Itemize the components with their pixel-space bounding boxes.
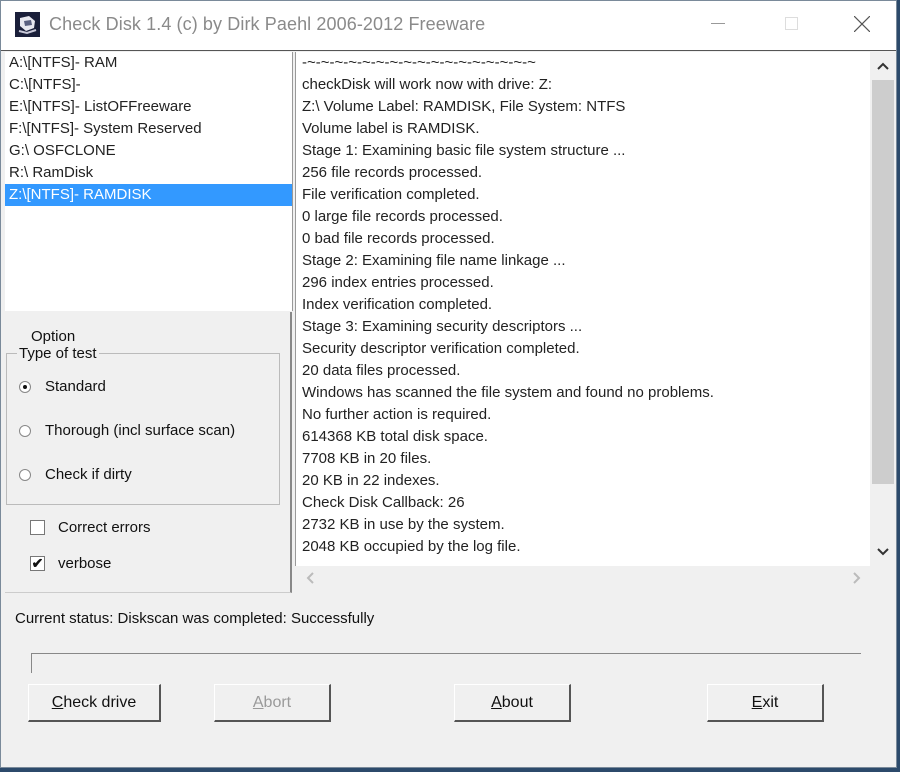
radio-button[interactable] (19, 380, 31, 393)
close-button[interactable] (833, 1, 891, 47)
accelerator-key: A (252, 693, 264, 711)
chevron-right-icon (853, 572, 861, 584)
button-label: bout (501, 693, 533, 711)
log-line: 2048 KB occupied by the log file. (302, 538, 521, 555)
checkbox-label: Correct errors (58, 519, 151, 536)
scroll-up-button[interactable] (870, 54, 896, 78)
log-line: 2732 KB in use by the system. (302, 516, 505, 533)
log-line: Stage 3: Examining security descriptors … (302, 318, 583, 335)
radio-button[interactable] (19, 468, 31, 481)
abort-button[interactable]: Abort (214, 684, 331, 722)
vertical-scrollbar[interactable] (870, 52, 896, 566)
log-line: 7708 KB in 20 files. (302, 450, 432, 467)
check-drive-button[interactable]: Check drive (28, 684, 161, 722)
drive-list-item[interactable]: E:\[NTFS]- ListOFFreeware (5, 96, 292, 118)
current-status: Current status: Diskscan was completed: … (15, 610, 375, 627)
log-line: No further action is required. (302, 406, 492, 423)
radio-thorough[interactable]: Thorough (incl surface scan) (19, 422, 235, 439)
log-line: File verification completed. (302, 186, 480, 203)
drive-list-item[interactable]: Z:\[NTFS]- RAMDISK (5, 184, 292, 206)
chevron-down-icon (877, 548, 889, 556)
log-line: Check Disk Callback: 26 (302, 494, 465, 511)
maximize-icon (785, 17, 798, 30)
radio-label: Thorough (incl surface scan) (45, 422, 236, 439)
drive-list-item[interactable]: F:\[NTFS]- System Reserved (5, 118, 292, 140)
test-type-legend: Type of test (17, 345, 99, 362)
radio-label: Check if dirty (45, 466, 132, 483)
chevron-left-icon (306, 572, 314, 584)
progress-bar (31, 653, 861, 673)
check-disk-window: Check Disk 1.4 (c) by Dirk Paehl 2006-20… (0, 0, 897, 768)
chevron-up-icon (877, 62, 889, 70)
drive-list-item[interactable]: R:\ RamDisk (5, 162, 292, 184)
log-line: Index verification completed. (302, 296, 493, 313)
log-line: Stage 1: Examining basic file system str… (302, 142, 626, 159)
log-line: 296 index entries processed. (302, 274, 494, 291)
log-line: Z:\ Volume Label: RAMDISK, File System: … (302, 98, 626, 115)
log-line: Stage 2: Examining file name linkage ... (302, 252, 566, 269)
log-line: 0 bad file records processed. (302, 230, 495, 247)
drive-list-item[interactable]: A:\[NTFS]- RAM (5, 52, 292, 74)
drive-list-item[interactable]: G:\ OSFCLONE (5, 140, 292, 162)
window-title: Check Disk 1.4 (c) by Dirk Paehl 2006-20… (49, 14, 486, 34)
radio-check-if-dirty[interactable]: Check if dirty (19, 466, 132, 483)
checkbox[interactable] (30, 520, 45, 535)
log-line: checkDisk will work now with drive: Z: (302, 76, 553, 93)
log-line: Security descriptor verification complet… (302, 340, 580, 357)
scroll-left-button[interactable] (297, 566, 323, 590)
log-line: -~-~-~-~-~-~-~-~-~-~-~-~-~-~-~-~-~ (302, 54, 536, 71)
checkbox-label: verbose (58, 555, 112, 572)
accelerator-key: C (51, 693, 64, 711)
minimize-button[interactable] (689, 1, 747, 47)
minimize-icon (711, 23, 725, 24)
scroll-right-button[interactable] (844, 566, 870, 590)
button-label: xit (762, 693, 779, 711)
log-line: 614368 KB total disk space. (302, 428, 488, 445)
title-bar[interactable]: Check Disk 1.4 (c) by Dirk Paehl 2006-20… (1, 1, 896, 51)
log-line: Windows has scanned the file system and … (302, 384, 714, 401)
button-label: bort (263, 693, 292, 711)
log-line: 256 file records processed. (302, 164, 483, 181)
radio-button[interactable] (19, 424, 31, 437)
checkbox-verbose[interactable]: ✔ verbose (30, 555, 111, 572)
log-line: Volume label is RAMDISK. (302, 120, 480, 137)
scroll-down-button[interactable] (870, 540, 896, 564)
button-label: heck drive (63, 693, 137, 711)
scrollbar-thumb[interactable] (872, 80, 894, 484)
checkbox-correct-errors[interactable]: Correct errors (30, 519, 151, 536)
close-icon (854, 16, 870, 32)
horizontal-scrollbar[interactable] (295, 566, 872, 590)
radio-standard[interactable]: Standard (19, 378, 106, 395)
log-line: 20 data files processed. (302, 362, 461, 379)
drive-list-item[interactable]: C:\[NTFS]- (5, 74, 292, 96)
log-line: 0 large file records processed. (302, 208, 503, 225)
drive-list[interactable]: A:\[NTFS]- RAM C:\[NTFS]- E:\[NTFS]- ListO… (5, 52, 293, 311)
checkbox[interactable]: ✔ (30, 556, 45, 571)
radio-label: Standard (45, 378, 106, 395)
maximize-button[interactable] (763, 1, 821, 47)
about-button[interactable]: About (454, 684, 571, 722)
options-title: Option (31, 328, 76, 345)
log-line: 20 KB in 22 indexes. (302, 472, 440, 489)
check-disk-app-icon (15, 12, 40, 37)
accelerator-key: E (751, 693, 763, 711)
log-output[interactable]: -~-~-~-~-~-~-~-~-~-~-~-~-~-~-~-~-~ checkD… (295, 52, 872, 566)
options-panel: Option Type of test Standard Thorough (i… (5, 312, 292, 593)
exit-button[interactable]: Exit (707, 684, 824, 722)
accelerator-key: A (491, 693, 502, 711)
